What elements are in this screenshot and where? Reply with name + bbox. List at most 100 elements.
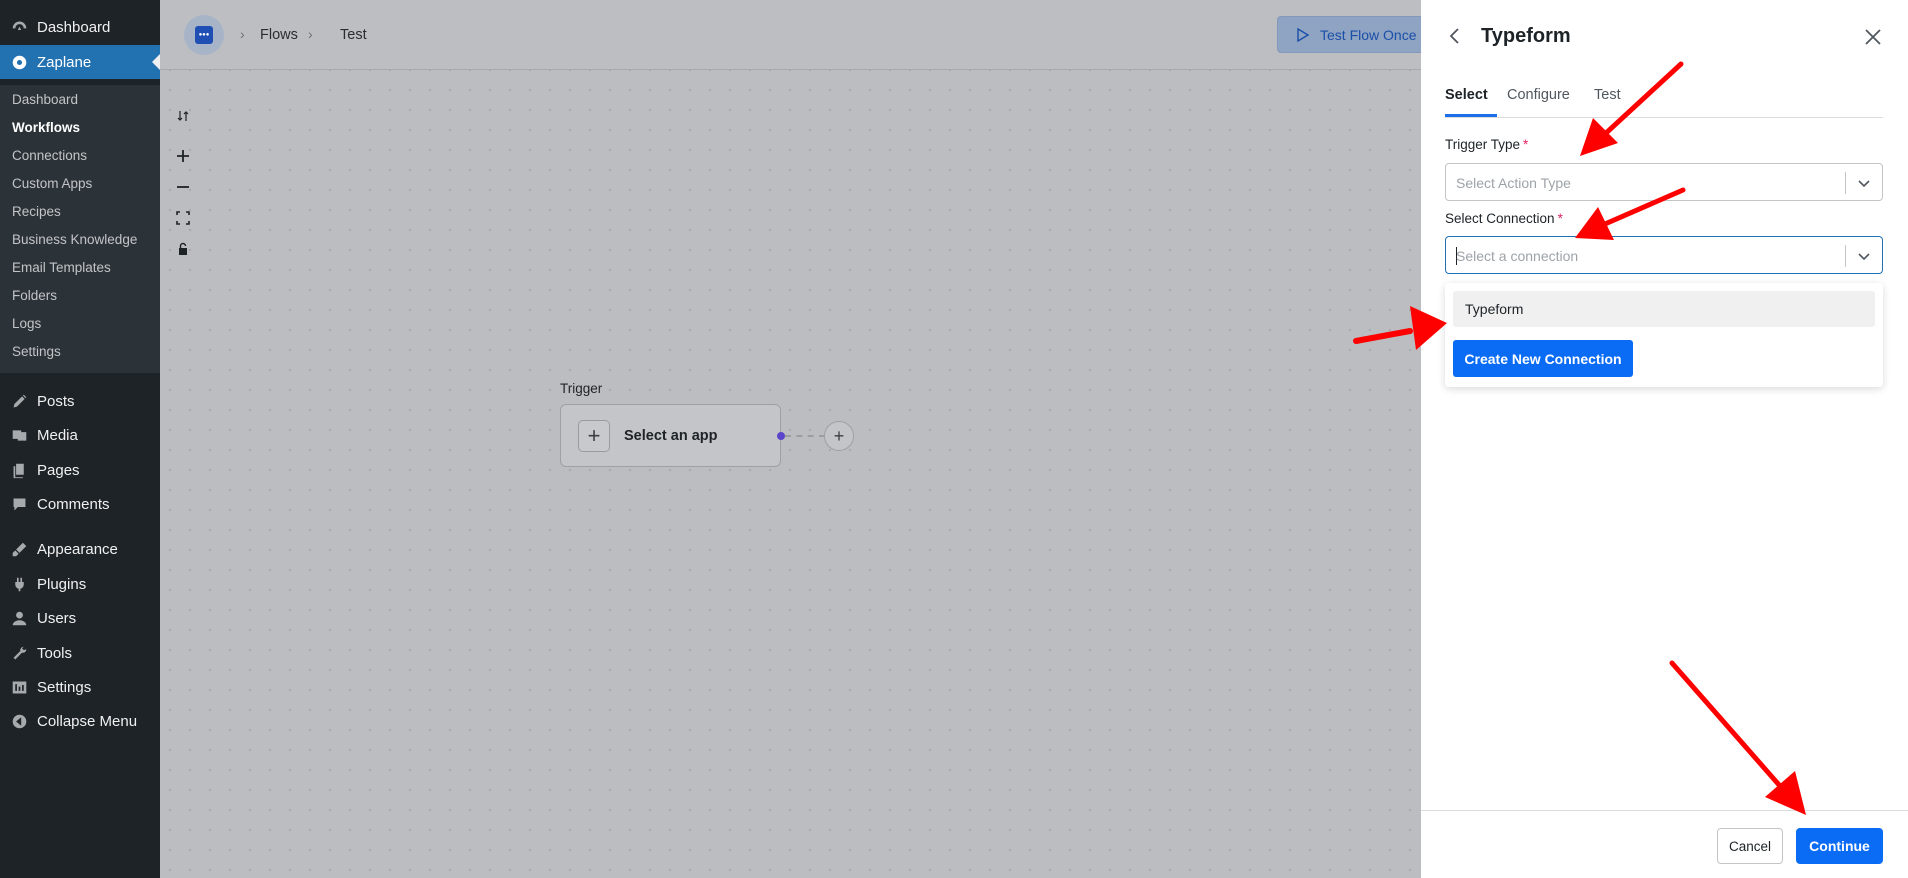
logo-mark-icon: ●●● bbox=[195, 26, 213, 44]
menu-plugins-label: Plugins bbox=[37, 575, 87, 593]
app-logo[interactable]: ●●● bbox=[184, 15, 224, 55]
pages-icon bbox=[9, 460, 29, 480]
appearance-icon bbox=[9, 539, 29, 559]
posts-icon bbox=[9, 391, 29, 411]
submenu-logs[interactable]: Logs bbox=[12, 316, 41, 331]
flow-canvas[interactable]: ●●● › Flows › Test Test Flow Once Trigge… bbox=[160, 0, 1425, 878]
connection-placeholder: Select a connection bbox=[1456, 248, 1579, 264]
tab-select[interactable]: Select bbox=[1445, 87, 1488, 103]
close-icon[interactable] bbox=[1863, 27, 1883, 47]
menu-users-label: Users bbox=[37, 609, 77, 627]
menu-appearance[interactable]: Appearance bbox=[0, 532, 160, 566]
add-step-button[interactable]: + bbox=[824, 421, 854, 451]
drawer-footer: Cancel Continue bbox=[1421, 810, 1908, 878]
menu-settings-label: Settings bbox=[37, 678, 92, 696]
fit-view-icon[interactable] bbox=[174, 209, 192, 227]
submenu-dashboard[interactable]: Dashboard bbox=[12, 92, 78, 107]
users-icon bbox=[9, 608, 29, 628]
trigger-type-placeholder: Select Action Type bbox=[1456, 175, 1571, 191]
trigger-node-label: Trigger bbox=[560, 381, 603, 396]
menu-zaplane-label: Zaplane bbox=[37, 53, 92, 71]
play-icon bbox=[1297, 27, 1310, 42]
zoom-out-icon[interactable] bbox=[174, 178, 192, 196]
submenu-connections[interactable]: Connections bbox=[12, 148, 87, 163]
connection-label: Select Connection * bbox=[1445, 211, 1563, 226]
test-flow-once-button[interactable]: Test Flow Once bbox=[1277, 16, 1425, 53]
connection-select[interactable]: Select a connection bbox=[1445, 236, 1883, 274]
trigger-type-label: Trigger Type * bbox=[1445, 137, 1528, 152]
connection-label-text: Select Connection bbox=[1445, 211, 1555, 226]
step-config-drawer: Typeform Select Configure Test Trigger T… bbox=[1421, 0, 1908, 878]
tab-configure[interactable]: Configure bbox=[1507, 87, 1570, 103]
dropdown-option-typeform[interactable]: Typeform bbox=[1453, 291, 1875, 327]
tools-icon bbox=[9, 643, 29, 663]
connector-handle[interactable] bbox=[777, 432, 785, 440]
zaplane-submenu: Dashboard Workflows Connections Custom A… bbox=[0, 85, 160, 373]
create-new-connection-button[interactable]: Create New Connection bbox=[1453, 340, 1633, 377]
comments-icon bbox=[9, 494, 29, 514]
menu-comments-label: Comments bbox=[37, 495, 110, 513]
test-flow-once-label: Test Flow Once bbox=[1320, 26, 1417, 43]
trigger-type-select[interactable]: Select Action Type bbox=[1445, 163, 1883, 201]
plus-icon: + bbox=[578, 419, 610, 452]
trigger-node-card[interactable]: + Select an app bbox=[560, 404, 781, 467]
plugins-icon bbox=[9, 574, 29, 594]
trigger-type-label-text: Trigger Type bbox=[1445, 137, 1521, 152]
breadcrumb-test: Test bbox=[340, 27, 367, 43]
menu-comments[interactable]: Comments bbox=[0, 487, 160, 521]
breadcrumb-flows[interactable]: Flows bbox=[260, 27, 298, 43]
menu-plugins[interactable]: Plugins bbox=[0, 567, 160, 601]
lock-icon[interactable] bbox=[174, 240, 192, 258]
menu-tools-label: Tools bbox=[37, 644, 73, 662]
active-tab-indicator bbox=[1445, 114, 1497, 117]
menu-pages-label: Pages bbox=[37, 461, 80, 479]
menu-media-label: Media bbox=[37, 426, 78, 444]
submenu-settings[interactable]: Settings bbox=[12, 344, 61, 359]
menu-collapse-label: Collapse Menu bbox=[37, 712, 138, 730]
select-divider bbox=[1845, 245, 1846, 267]
menu-settings[interactable]: Settings bbox=[0, 670, 160, 704]
required-mark: * bbox=[1557, 211, 1563, 226]
breadcrumb-separator-icon: › bbox=[240, 26, 245, 42]
menu-users[interactable]: Users bbox=[0, 601, 160, 635]
back-icon[interactable] bbox=[1445, 26, 1465, 46]
breadcrumb-separator-icon: › bbox=[308, 26, 313, 42]
menu-tools[interactable]: Tools bbox=[0, 636, 160, 670]
menu-zaplane[interactable]: Zaplane bbox=[0, 45, 160, 79]
zoom-in-icon[interactable] bbox=[174, 147, 192, 165]
dropdown-option-label: Typeform bbox=[1465, 301, 1524, 317]
media-icon bbox=[9, 425, 29, 445]
submenu-custom-apps[interactable]: Custom Apps bbox=[12, 176, 92, 191]
cancel-button[interactable]: Cancel bbox=[1717, 828, 1783, 864]
settings-icon bbox=[9, 677, 29, 697]
menu-dashboard[interactable]: Dashboard bbox=[0, 10, 160, 44]
auto-layout-icon[interactable] bbox=[174, 107, 192, 125]
submenu-folders[interactable]: Folders bbox=[12, 288, 57, 303]
connection-dropdown: Typeform Create New Connection bbox=[1445, 283, 1883, 387]
required-mark: * bbox=[1523, 137, 1529, 152]
tab-test[interactable]: Test bbox=[1594, 87, 1621, 103]
select-app-label: Select an app bbox=[624, 427, 718, 444]
menu-media[interactable]: Media bbox=[0, 418, 160, 452]
wp-admin-sidebar: Dashboard Zaplane Dashboard Workflows Co… bbox=[0, 0, 160, 878]
menu-pages[interactable]: Pages bbox=[0, 453, 160, 487]
menu-dashboard-label: Dashboard bbox=[37, 18, 111, 36]
chevron-down-icon bbox=[1858, 253, 1870, 261]
select-divider bbox=[1845, 172, 1846, 194]
collapse-icon bbox=[9, 711, 29, 731]
menu-collapse[interactable]: Collapse Menu bbox=[0, 704, 160, 738]
flow-topbar: ●●● › Flows › Test Test Flow Once bbox=[160, 0, 1425, 70]
dashboard-icon bbox=[9, 17, 29, 37]
submenu-recipes[interactable]: Recipes bbox=[12, 204, 61, 219]
menu-appearance-label: Appearance bbox=[37, 540, 118, 558]
submenu-workflows[interactable]: Workflows bbox=[12, 120, 80, 135]
zaplane-icon bbox=[9, 52, 29, 72]
submenu-business-knowledge[interactable]: Business Knowledge bbox=[12, 232, 137, 247]
menu-posts[interactable]: Posts bbox=[0, 384, 160, 418]
drawer-title: Typeform bbox=[1481, 25, 1571, 47]
continue-button[interactable]: Continue bbox=[1796, 828, 1883, 864]
submenu-email-templates[interactable]: Email Templates bbox=[12, 260, 111, 275]
menu-posts-label: Posts bbox=[37, 392, 75, 410]
drawer-tabs: Select Configure Test bbox=[1445, 80, 1883, 118]
connector-line bbox=[785, 435, 825, 437]
